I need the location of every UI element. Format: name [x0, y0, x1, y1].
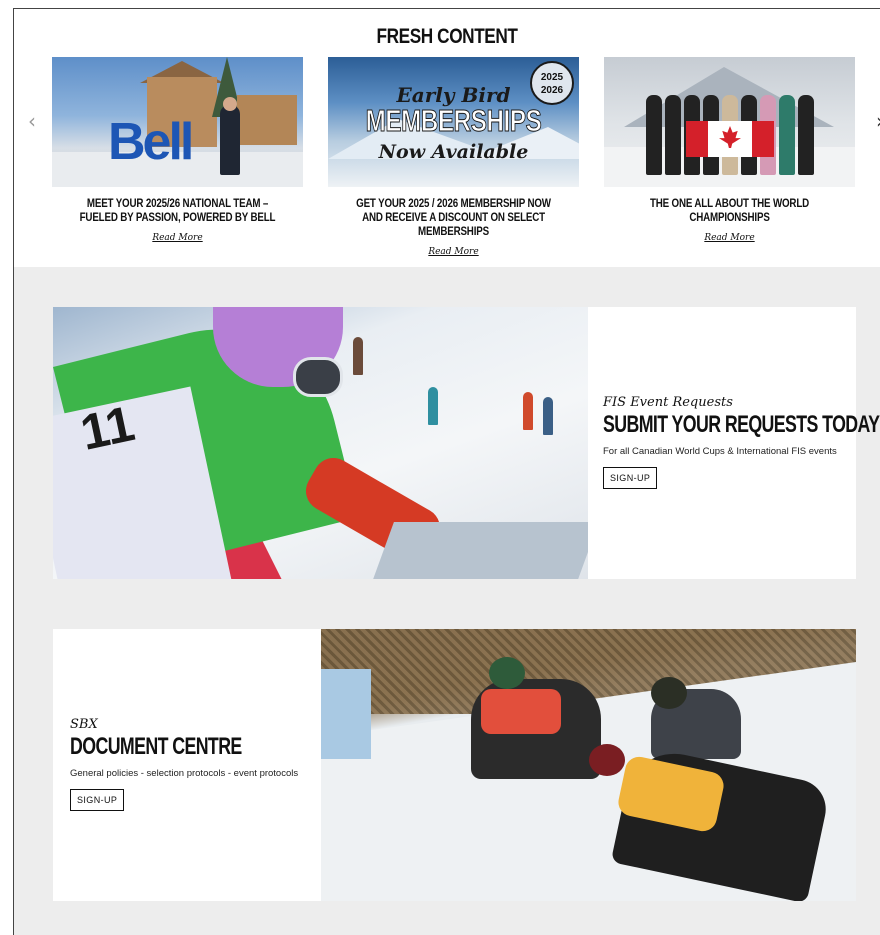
carousel-next-icon[interactable]: ›	[876, 109, 880, 133]
racer-helmet	[489, 657, 525, 689]
cabin-shape	[237, 95, 297, 145]
promo-text-block: FIS Event Requests SUBMIT YOUR REQUESTS …	[603, 395, 880, 489]
spectator-figure	[353, 337, 363, 375]
promo-title: SUBMIT YOUR REQUESTS TODAY!	[603, 411, 880, 438]
news-card-caption: GET YOUR 2025 / 2026 MEMBERSHIP NOW AND …	[356, 198, 551, 238]
read-more-link[interactable]: Read More	[604, 233, 855, 243]
promo-description: For all Canadian World Cups & Internatio…	[603, 446, 837, 457]
news-card-world-championships[interactable]: THE ONE ALL ABOUT THE WORLD CHAMPIONSHIP…	[604, 57, 855, 243]
team-member	[779, 95, 795, 175]
news-card-image[interactable]	[604, 57, 855, 187]
racer-goggles	[293, 357, 343, 397]
racer-helmet	[651, 677, 687, 709]
section-title: FRESH CONTENT	[376, 25, 518, 48]
athlete-head	[223, 97, 237, 111]
read-more-link[interactable]: Read More	[328, 247, 579, 257]
promo-image-line2: MEMBERSHIPS	[365, 103, 542, 139]
fresh-content-section: FRESH CONTENT ‹ › Bell MEET YOUR 2025/26…	[14, 9, 880, 267]
news-card-caption: MEET YOUR 2025/26 NATIONAL TEAM – FUELED…	[79, 198, 276, 224]
sign-up-button[interactable]: SIGN-UP	[70, 789, 125, 811]
promo-fis-event-requests: 11 FIS Event Requests SUBMIT YOUR REQUES…	[53, 307, 880, 579]
news-card-image[interactable]: Early Bird MEMBERSHIPS Now Available 202…	[328, 57, 579, 187]
spectator-figure	[428, 387, 438, 425]
bell-logo: Bell	[108, 113, 194, 171]
news-card-caption: THE ONE ALL ABOUT THE WORLD CHAMPIONSHIP…	[649, 198, 810, 224]
spectator-figure	[523, 392, 533, 430]
team-member	[798, 95, 814, 175]
promo-kicker: SBX	[70, 717, 98, 732]
promo-description: General policies - selection protocols -…	[70, 768, 299, 779]
season-badge: 2025 2026	[530, 61, 574, 105]
promo-kicker: FIS Event Requests	[603, 395, 733, 410]
spectator-figure	[543, 397, 553, 435]
promo-image-line3: Now Available	[378, 141, 529, 163]
carousel-prev-icon[interactable]: ‹	[28, 109, 36, 133]
sign-up-button[interactable]: SIGN-UP	[603, 467, 658, 489]
promo-photo-racer: 11	[53, 307, 588, 579]
promo-photo-sbx-race	[321, 629, 856, 901]
promo-title: DOCUMENT CENTRE	[70, 733, 242, 760]
read-more-link[interactable]: Read More	[52, 233, 303, 243]
start-gate	[372, 522, 588, 579]
news-card-membership[interactable]: Early Bird MEMBERSHIPS Now Available 202…	[328, 57, 579, 257]
team-member	[665, 95, 681, 175]
promo-sbx-document-centre: SBX DOCUMENT CENTRE General policies - s…	[53, 629, 856, 901]
racer-helmet	[589, 744, 625, 776]
athlete-figure	[220, 105, 240, 175]
news-card-national-team[interactable]: Bell MEET YOUR 2025/26 NATIONAL TEAM – F…	[52, 57, 303, 243]
racer-figure	[321, 669, 371, 759]
news-card-image[interactable]: Bell	[52, 57, 303, 187]
team-member	[646, 95, 662, 175]
racer-vest	[481, 689, 561, 734]
promo-text-block: SBX DOCUMENT CENTRE General policies - s…	[70, 717, 310, 811]
